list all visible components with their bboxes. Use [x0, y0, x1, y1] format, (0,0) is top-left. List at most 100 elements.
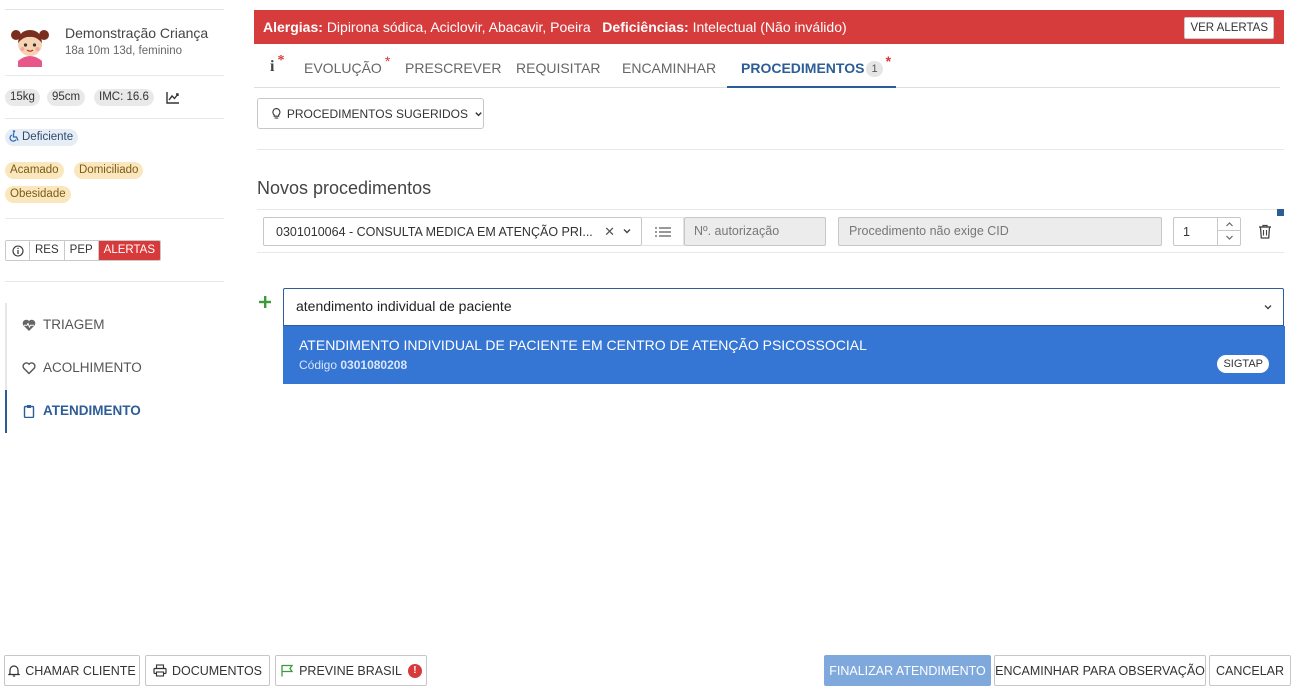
divider: [5, 281, 224, 282]
row-marker: [1277, 209, 1284, 216]
suggested-procedures-label: PROCEDIMENTOS SUGERIDOS: [286, 106, 468, 121]
nav-label: ACOLHIMENTO: [43, 360, 142, 375]
chevron-down-icon[interactable]: [622, 226, 632, 236]
nav-item-atendimento[interactable]: ATENDIMENTO: [5, 389, 225, 432]
alerts-text: Alergias: Dipirona sódica, Aciclovir, Ab…: [263, 19, 847, 35]
finalizar-atendimento-button[interactable]: FINALIZAR ATENDIMENTO: [824, 655, 991, 686]
imc-chip: IMC: 16.6: [94, 89, 154, 106]
wheelchair-icon: [9, 130, 19, 142]
button-label: DOCUMENTOS: [171, 663, 263, 678]
quantity-stepper[interactable]: 1: [1173, 217, 1241, 246]
nav-label: TRIAGEM: [43, 317, 105, 332]
source-badge: SIGTAP: [1217, 355, 1269, 373]
heart-pulse-icon: [22, 319, 36, 331]
deficiencies-value: Intelectual (Não inválido): [692, 19, 847, 35]
authorization-number-input[interactable]: Nº. autorização: [684, 217, 826, 246]
required-marker: *: [384, 53, 391, 69]
divider: [5, 218, 224, 219]
disability-badge: Deficiente: [5, 129, 79, 146]
patient-age-sex: 18a 10m 13d, feminino: [65, 45, 182, 57]
res-button[interactable]: RES: [30, 241, 65, 260]
bell-icon: [8, 665, 21, 677]
patient-header: Demonstração Criança 18a 10m 13d, femini…: [7, 20, 222, 70]
consultation-tabs: i * EVOLUÇÃO * PRESCREVER REQUISITAR ENCAM…: [254, 50, 1280, 88]
documentos-button[interactable]: DOCUMENTOS: [145, 655, 270, 686]
height-chip: 95cm: [47, 89, 86, 106]
procedure-search-input[interactable]: atendimento individual de paciente: [283, 288, 1284, 326]
procedure-select[interactable]: 0301010064 - CONSULTA MEDICA EM ATENÇÃO …: [263, 217, 642, 246]
patient-name: Demonstração Criança: [65, 25, 209, 41]
encaminhar-observacao-button[interactable]: ENCAMINHAR PARA OBSERVAÇÃO: [994, 655, 1206, 686]
suggested-procedures-button[interactable]: PROCEDIMENTOS SUGERIDOS: [257, 98, 484, 129]
divider: [5, 9, 224, 10]
previne-brasil-button[interactable]: PREVINE BRASIL !: [275, 655, 427, 686]
tab-info[interactable]: i *: [270, 53, 284, 76]
chevron-down-icon[interactable]: [1263, 302, 1273, 312]
weight-chip: 15kg: [5, 89, 40, 106]
cancelar-button[interactable]: CANCELAR: [1209, 655, 1291, 686]
divider: [257, 209, 1284, 210]
option-code-value: 0301080208: [340, 358, 408, 372]
quantity-value: 1: [1183, 225, 1190, 239]
chevron-up-icon: [1225, 221, 1233, 226]
tab-evolucao[interactable]: EVOLUÇÃO *: [304, 53, 390, 76]
tab-label: EVOLUÇÃO: [304, 60, 382, 76]
increment-button[interactable]: [1218, 218, 1240, 231]
cid-input[interactable]: Procedimento não exige CID: [838, 217, 1162, 246]
printer-icon: [153, 664, 167, 677]
clipboard-icon: [23, 405, 35, 418]
tab-procedimentos[interactable]: PROCEDIMENTOS 1 *: [741, 53, 891, 78]
tab-requisitar[interactable]: REQUISITAR: [516, 60, 601, 76]
clear-icon[interactable]: ✕: [604, 224, 615, 240]
heart-outline-icon: [22, 362, 36, 375]
option-title: ATENDIMENTO INDIVIDUAL DE PACIENTE EM CE…: [299, 337, 867, 353]
tab-prescrever[interactable]: PRESCREVER: [405, 60, 501, 76]
chamar-cliente-button[interactable]: CHAMAR CLIENTE: [4, 655, 140, 686]
nav-item-triagem[interactable]: TRIAGEM: [5, 303, 225, 346]
trend-chart-icon[interactable]: [166, 90, 180, 104]
section-title: Novos procedimentos: [257, 178, 432, 198]
allergies-value: Dipirona sódica, Aciclovir, Abacavir, Po…: [326, 19, 591, 35]
button-label: PREVINE BRASIL: [299, 663, 402, 678]
child-avatar-icon: [11, 30, 49, 67]
dropdown-option[interactable]: ATENDIMENTO INDIVIDUAL DE PACIENTE EM CE…: [283, 326, 1285, 384]
allergies-label: Alergias:: [263, 19, 323, 35]
info-circle-icon: [11, 244, 24, 257]
patient-sidebar: Demonstração Criança 18a 10m 13d, femini…: [0, 0, 225, 640]
lightbulb-icon: [272, 107, 281, 119]
required-marker: *: [885, 53, 892, 69]
stepper-controls: [1217, 218, 1240, 245]
chevron-down-icon: [1225, 235, 1233, 240]
option-code-label: Código: [299, 358, 338, 372]
active-tab-indicator: [727, 86, 896, 88]
divider: [5, 75, 224, 76]
add-procedure-icon[interactable]: [258, 295, 272, 309]
option-code: Código 0301080208: [299, 358, 407, 372]
record-button-group: RES PEP ALERTAS: [5, 240, 162, 261]
list-icon: [654, 226, 671, 237]
disability-label: Deficiente: [22, 131, 74, 143]
deficiencies-label: Deficiências:: [602, 19, 689, 35]
procedures-count-badge: 1: [866, 61, 883, 77]
decrement-button[interactable]: [1218, 231, 1240, 244]
tab-encaminhar[interactable]: ENCAMINHAR: [622, 60, 716, 76]
tag-domiciliado: Domiciliado: [74, 162, 144, 179]
tab-label: PROCEDIMENTOS: [741, 60, 865, 76]
required-marker: *: [277, 53, 285, 68]
alert-icon: !: [407, 663, 422, 678]
trash-icon[interactable]: [1258, 224, 1272, 239]
info-tab-icon: i: [270, 58, 275, 75]
search-value: atendimento individual de paciente: [296, 298, 512, 314]
alertas-button[interactable]: ALERTAS: [98, 241, 161, 260]
pep-button[interactable]: PEP: [64, 241, 99, 260]
divider: [257, 149, 1284, 150]
procedure-value: 0301010064 - CONSULTA MEDICA EM ATENÇÃO …: [276, 224, 593, 239]
ver-alertas-button[interactable]: VER ALERTAS: [1184, 17, 1274, 39]
chevron-down-icon: [475, 111, 482, 116]
alerts-banner: Alergias: Dipirona sódica, Aciclovir, Ab…: [254, 10, 1284, 44]
nav-label: ATENDIMENTO: [43, 403, 141, 418]
info-button[interactable]: [6, 241, 30, 260]
button-label: CHAMAR CLIENTE: [25, 663, 136, 678]
nav-item-acolhimento[interactable]: ACOLHIMENTO: [5, 346, 225, 389]
procedure-details-button[interactable]: [642, 217, 684, 246]
